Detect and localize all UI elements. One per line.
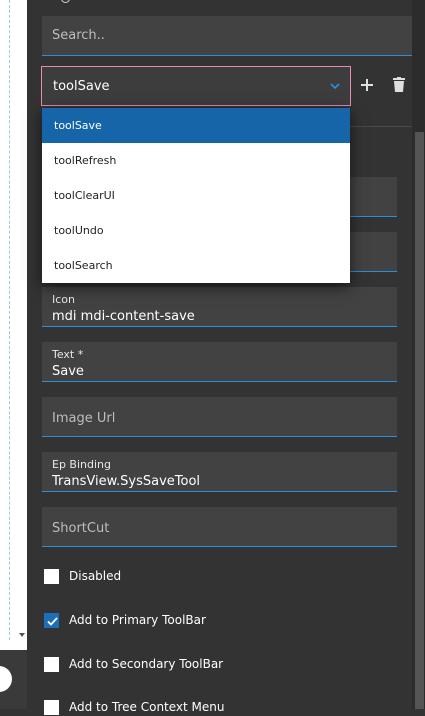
primary-toolbar-checkbox-label: Add to Primary ToolBar xyxy=(69,613,206,627)
scroll-down-arrow-icon[interactable] xyxy=(19,633,25,637)
primary-toolbar-checkbox-row[interactable]: Add to Primary ToolBar xyxy=(44,611,206,629)
icon-field[interactable]: Icon mdi mdi-content-save xyxy=(42,287,397,327)
trash-icon[interactable] xyxy=(392,77,406,93)
ep-binding-field[interactable]: Ep Binding TransView.SysSaveTool xyxy=(42,452,397,492)
background-page-strip xyxy=(0,0,27,709)
image-url-placeholder: Image Url xyxy=(52,411,116,426)
disabled-checkbox[interactable] xyxy=(44,568,59,584)
image-url-field[interactable]: Image Url xyxy=(42,397,397,437)
tree-context-checkbox-label: Add to Tree Context Menu xyxy=(69,700,225,714)
tree-context-checkbox-row[interactable]: Add to Tree Context Menu xyxy=(44,698,225,716)
secondary-toolbar-checkbox-row[interactable]: Add to Secondary ToolBar xyxy=(44,655,223,673)
secondary-toolbar-checkbox-label: Add to Secondary ToolBar xyxy=(69,657,224,671)
search-input[interactable]: Search.. xyxy=(42,16,412,56)
icon-field-value: mdi mdi-content-save xyxy=(52,309,195,324)
text-field[interactable]: Text * Save xyxy=(42,342,397,382)
panel-scrollbar-thumb[interactable] xyxy=(415,132,424,709)
tree-context-checkbox[interactable] xyxy=(44,699,59,715)
text-field-label: Text * xyxy=(52,348,84,361)
tool-select[interactable]: toolSave xyxy=(41,66,351,106)
disabled-checkbox-row[interactable]: Disabled xyxy=(44,567,121,585)
text-field-value: Save xyxy=(52,364,84,379)
dropdown-option[interactable]: toolUndo xyxy=(42,213,350,248)
ep-binding-value: TransView.SysSaveTool xyxy=(52,474,201,489)
shortcut-placeholder: ShortCut xyxy=(52,521,110,536)
plus-icon[interactable] xyxy=(360,78,374,92)
checkmark-icon xyxy=(47,616,58,626)
tool-select-dropdown: toolSave toolRefresh toolClearUI toolUnd… xyxy=(42,108,350,283)
chevron-down-icon xyxy=(330,83,340,90)
secondary-toolbar-checkbox[interactable] xyxy=(44,656,59,672)
ep-binding-label: Ep Binding xyxy=(52,458,111,471)
tool-select-value: toolSave xyxy=(53,79,110,94)
dropdown-option[interactable]: toolSearch xyxy=(42,248,350,283)
dropdown-option[interactable]: toolClearUI xyxy=(42,178,350,213)
shortcut-field[interactable]: ShortCut xyxy=(42,507,397,547)
search-placeholder: Search.. xyxy=(52,28,105,43)
primary-toolbar-checkbox[interactable] xyxy=(44,612,59,628)
dropdown-option[interactable]: toolRefresh xyxy=(42,143,350,178)
icon-field-label: Icon xyxy=(52,293,75,306)
dashed-guide xyxy=(9,0,10,640)
disabled-checkbox-label: Disabled xyxy=(69,569,122,583)
dropdown-option[interactable]: toolSave xyxy=(42,108,350,143)
